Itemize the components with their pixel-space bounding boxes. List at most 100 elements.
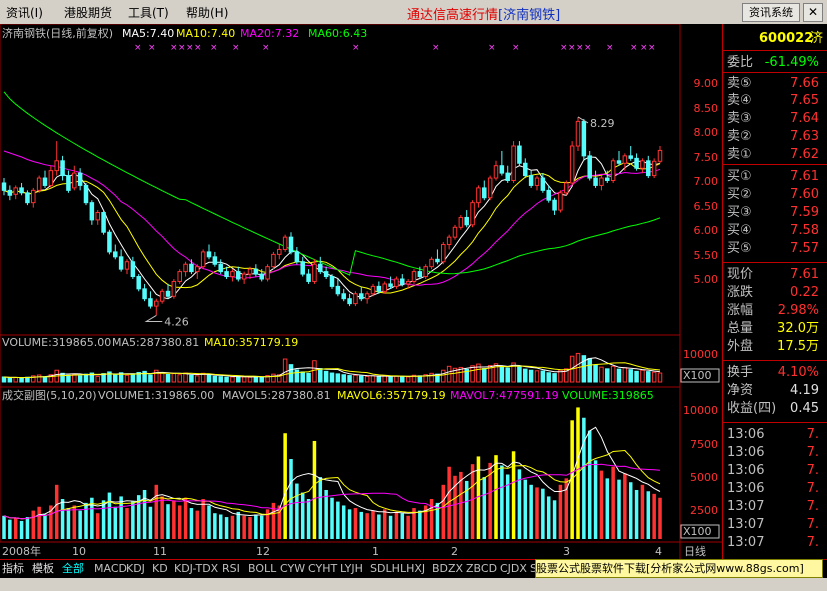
tab-指标[interactable]: 指标 [2, 561, 24, 577]
turnover-bar [418, 510, 422, 539]
candle-body [622, 155, 628, 164]
candle-body [487, 177, 493, 199]
quote-row-label: 收益(四) [727, 401, 777, 416]
turnover-bar [658, 497, 662, 539]
candle-body [540, 177, 546, 191]
quote-row: 总量 32.0万 [725, 320, 825, 337]
volume-bar [148, 374, 153, 383]
news-system-button[interactable]: 资讯系统 [742, 3, 800, 22]
volume-bar [206, 374, 212, 383]
tab-全部[interactable]: 全部 [62, 561, 84, 577]
quote-row: 买① 7.61 [725, 168, 825, 185]
tab-kdj-tdx[interactable]: KDJ-TDX [174, 561, 218, 577]
turnover-bar [582, 417, 586, 539]
quote-row-value: 7. [806, 535, 819, 550]
candle-body [552, 199, 557, 211]
quote-row-label: 买⑤ [727, 241, 752, 256]
footer-ad[interactable]: 股票公式股票软件下载[分析家公式网www.88gs.com] [535, 559, 823, 578]
signal-marker: × [178, 43, 186, 53]
menu-news[interactable]: 资讯(I) [6, 4, 43, 21]
turnover-bar [347, 509, 352, 539]
tab-cyw[interactable]: CYW [280, 561, 305, 577]
candle-body [394, 278, 399, 287]
tab-boll[interactable]: BOLL [248, 561, 276, 577]
tab-bdzx[interactable]: BDZX [432, 561, 463, 577]
tab-zbcd[interactable]: ZBCD [466, 561, 497, 577]
quote-row-label: 13:06 [727, 427, 765, 442]
volume-bar [282, 358, 288, 383]
volume-bar [60, 372, 65, 383]
turnover-bar [558, 484, 563, 539]
turnover-bar [259, 515, 264, 539]
turnover-bar [359, 511, 364, 539]
tab-cjdx[interactable]: CJDX [500, 561, 527, 577]
volume-bar [318, 368, 323, 383]
turnover-bar [429, 499, 434, 539]
candle-body [218, 263, 223, 273]
volume-bar [353, 374, 358, 383]
menu-tools[interactable]: 工具(T) [128, 4, 169, 21]
volume-bar [95, 375, 100, 383]
candle-body [341, 293, 346, 300]
candle-body [364, 293, 370, 300]
quote-row-label: 委比 [727, 55, 754, 70]
tab-kd[interactable]: KD [152, 561, 168, 577]
turnover-bar [511, 451, 516, 539]
signal-marker: × [232, 43, 240, 53]
turnover-tick: 2500 [690, 504, 718, 517]
menu-help[interactable]: 帮助(H) [186, 4, 228, 21]
tab-rsi[interactable]: RSI [222, 561, 240, 577]
turnover-bar [324, 489, 328, 539]
candle-body [212, 256, 218, 265]
candle-body [476, 187, 481, 204]
volume-bar [7, 377, 13, 383]
quote-row-value: 7. [806, 499, 819, 514]
turnover-bar [78, 510, 82, 539]
quote-row: 买④ 7.58 [725, 222, 825, 239]
volume-bar [470, 365, 475, 383]
candle-body [142, 288, 147, 300]
signal-marker: × [432, 43, 440, 53]
candle-body [306, 273, 311, 282]
volume-ma5-label: MA5:287380.81 [112, 336, 199, 349]
candle-body [605, 177, 610, 182]
turnover-bar [500, 465, 504, 539]
close-icon[interactable]: ✕ [803, 3, 823, 22]
quote-row-label: 净资 [727, 383, 754, 398]
tab-sdlh[interactable]: SDLH [370, 561, 400, 577]
quote-row-value: 7.60 [790, 187, 819, 202]
quote-row-label: 卖③ [727, 111, 752, 126]
candle-body [271, 253, 276, 268]
volume-bar [189, 374, 194, 383]
tab-kdj[interactable]: KDJ [126, 561, 145, 577]
candle-body [154, 300, 159, 307]
candle-body [353, 293, 358, 305]
tab-模板[interactable]: 模板 [32, 561, 54, 577]
volume-bar [195, 375, 200, 383]
turnover-bar [177, 505, 182, 539]
menu-hk-futures[interactable]: 港股期货 [64, 4, 112, 21]
signal-marker: × [584, 43, 592, 53]
stock-chart[interactable]: 济南钢铁(日线,前复权) MA5:7.40 MA10:7.40 MA20:7.3… [0, 24, 722, 562]
volume-bar [36, 374, 42, 383]
turnover-bar [400, 513, 405, 539]
volume-bar [312, 360, 317, 383]
window-title: 通达信高速行情[济南钢铁] [407, 4, 560, 23]
volume-bar [171, 373, 177, 383]
tab-lyjh[interactable]: LYJH [340, 561, 363, 577]
candle-body [452, 226, 458, 238]
quote-row: 买⑤ 7.57 [725, 240, 825, 257]
tab-lhxj[interactable]: LHXJ [400, 561, 425, 577]
volume-bar [300, 371, 305, 383]
tab-macd[interactable]: MACD [94, 561, 127, 577]
stock-title-bracket: [济南钢铁] [498, 8, 561, 23]
candle-body [657, 149, 663, 162]
volume-bar [1, 376, 7, 383]
volume-bar [335, 373, 341, 383]
candle-body [259, 273, 264, 280]
volume-bar [593, 364, 598, 383]
signal-marker: × [134, 43, 142, 53]
candle-body [159, 290, 165, 302]
candle-body [569, 145, 575, 184]
tab-cyht[interactable]: CYHT [308, 561, 337, 577]
